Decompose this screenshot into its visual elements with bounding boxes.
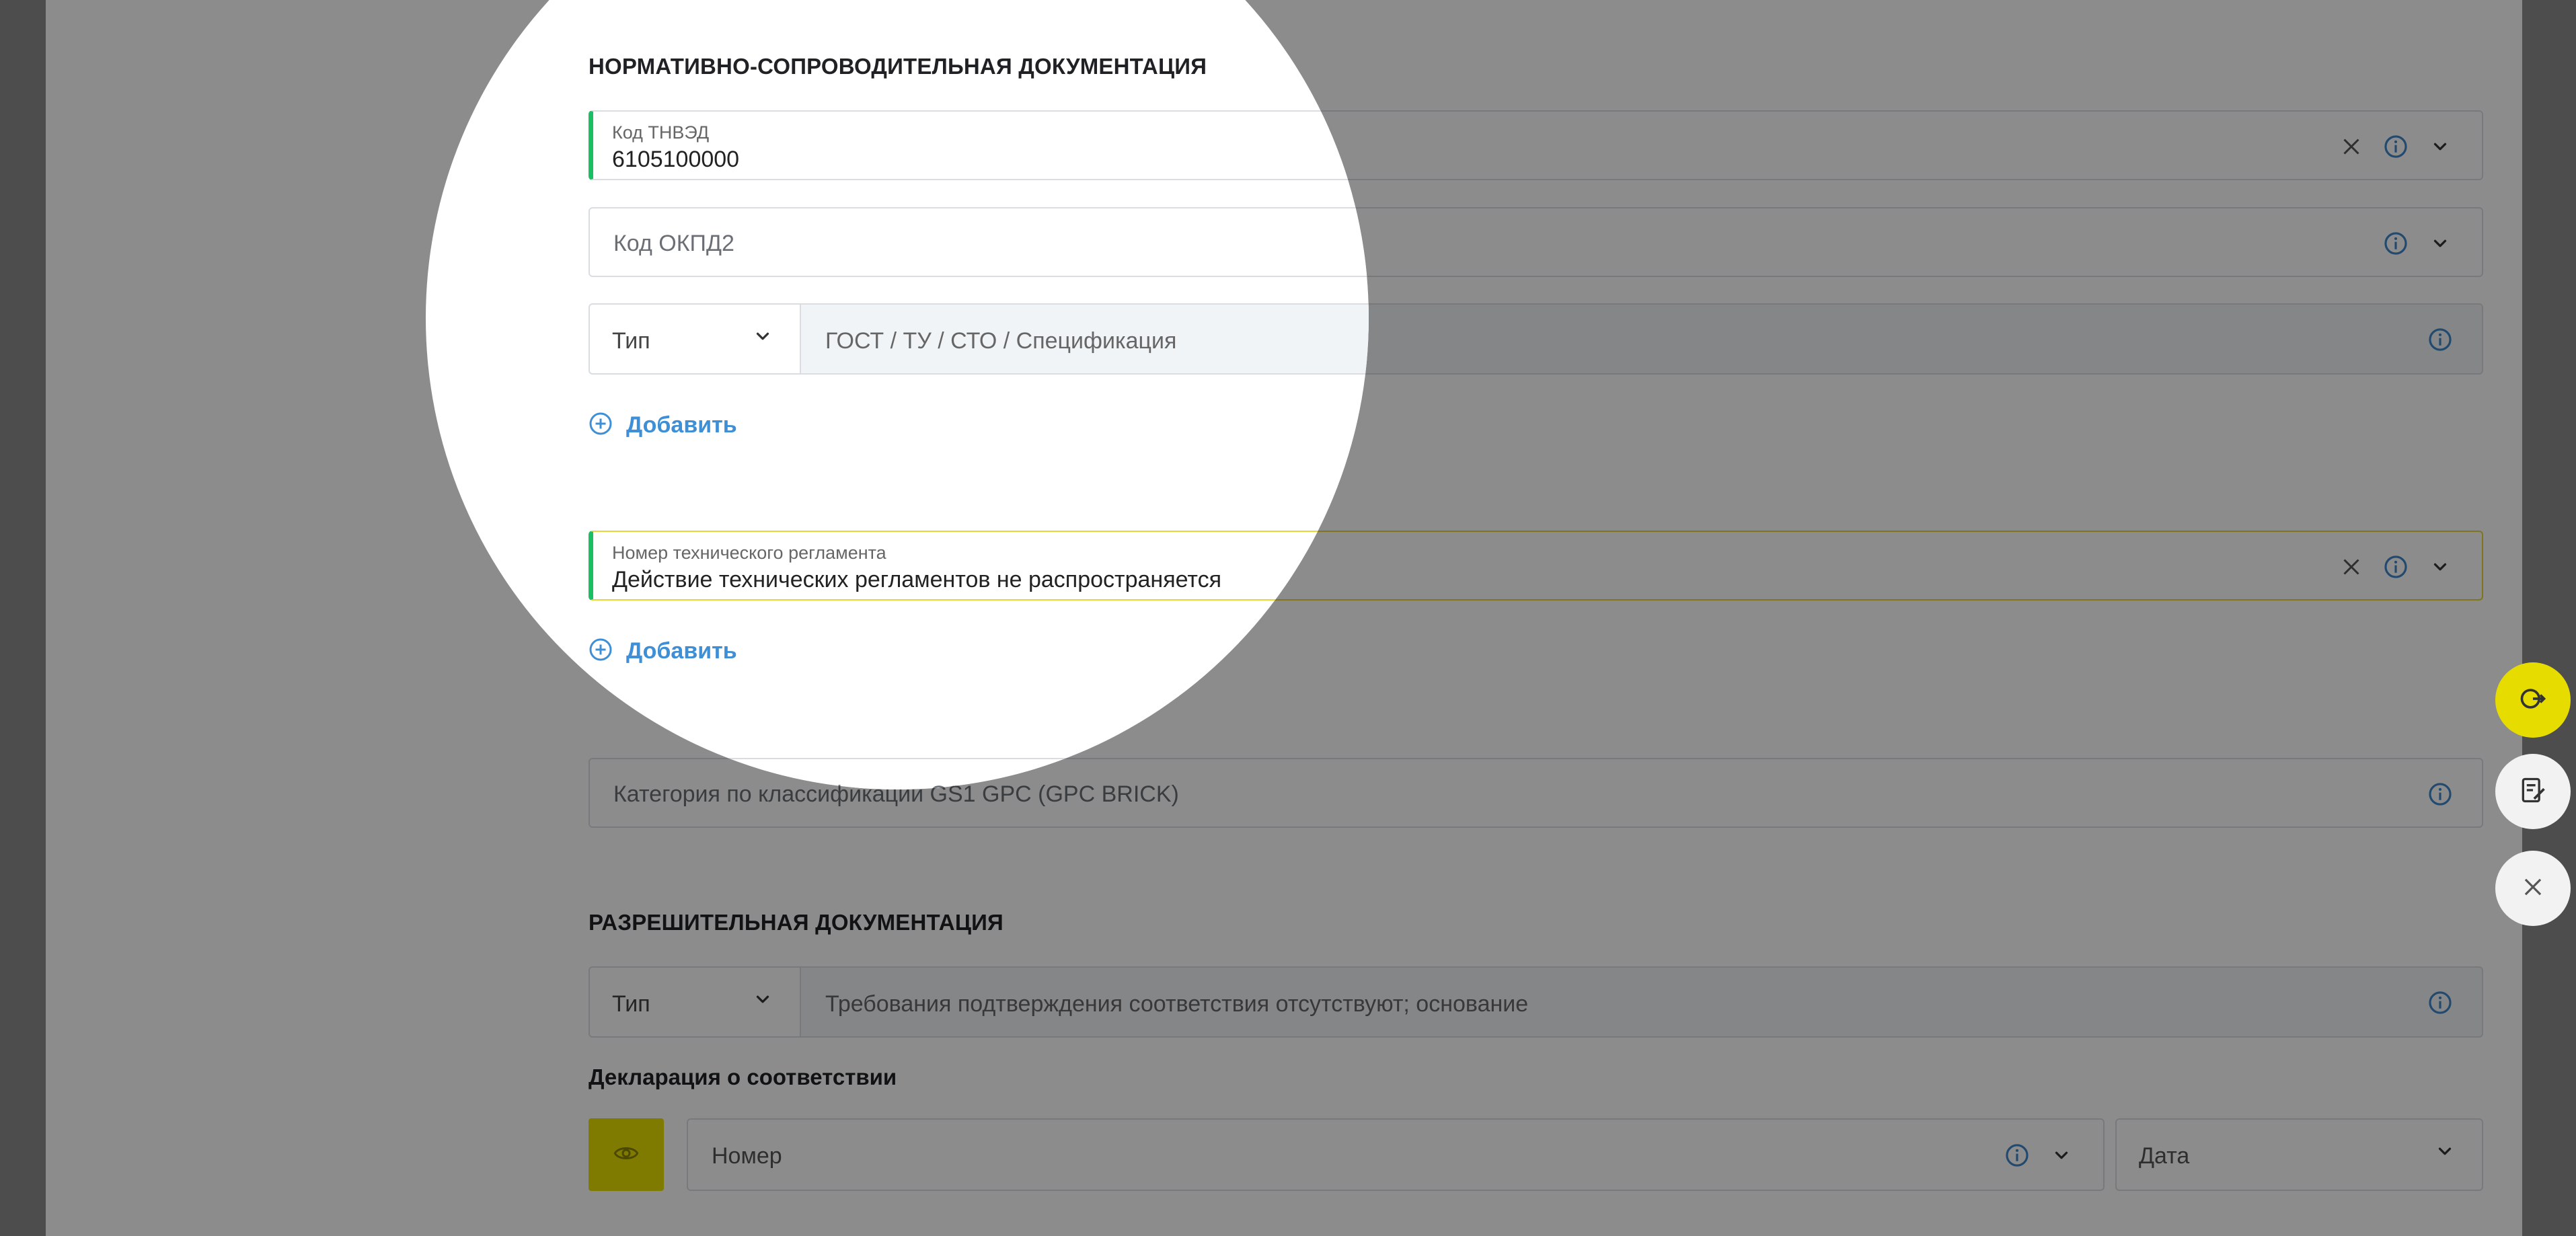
info-icon[interactable]: [2425, 325, 2455, 354]
declaration-date-placeholder: Дата: [2139, 1143, 2190, 1169]
gs1-category-placeholder: Категория по классификации GS1 GPC (GPC …: [613, 781, 1179, 789]
edit-document-icon: [2518, 775, 2548, 808]
tech-regulation-label: Номер технического регламента: [612, 543, 886, 563]
exit-tour-button[interactable]: [2495, 662, 2571, 738]
info-icon[interactable]: [2381, 552, 2411, 582]
tech-regulation-value: Действие технических регламентов не расп…: [612, 567, 1221, 592]
plus-circle-icon: [589, 412, 613, 439]
declaration-number-field[interactable]: Номер: [687, 1118, 2105, 1191]
tnved-label: Код ТНВЭД: [612, 122, 710, 143]
standard-doc-row: Тип ГОСТ / ТУ / СТО / Спецификация: [589, 303, 1369, 375]
info-icon[interactable]: [2002, 1141, 2032, 1170]
chevron-down-icon: [753, 326, 773, 350]
standard-type-select[interactable]: Тип: [589, 303, 801, 375]
info-icon[interactable]: [2425, 988, 2455, 1017]
chevron-down-icon: [2435, 1141, 2455, 1165]
add-tech-regulation-label: Добавить: [626, 638, 737, 664]
spotlight-circle: НОРМАТИВНО-СОПРОВОДИТЕЛЬНАЯ ДОКУМЕНТАЦИЯ…: [426, 0, 1369, 789]
declaration-title: Декларация о соответствии: [589, 1065, 897, 1089]
gost-input[interactable]: ГОСТ / ТУ / СТО / Спецификация: [801, 303, 1369, 375]
add-standard-label: Добавить: [626, 412, 737, 438]
close-panel-button[interactable]: [2495, 851, 2571, 926]
standard-type-label: Тип: [612, 328, 650, 354]
gs1-category-field[interactable]: Категория по классификации GS1 GPC (GPC …: [589, 758, 1369, 789]
chevron-down-icon[interactable]: [2425, 229, 2455, 258]
declaration-row: Номер Дата: [589, 1118, 2483, 1191]
info-icon[interactable]: [2381, 132, 2411, 161]
permit-row: Тип Требования подтверждения соответстви…: [589, 966, 2483, 1038]
chevron-down-icon[interactable]: [2425, 132, 2455, 161]
gost-placeholder: ГОСТ / ТУ / СТО / Спецификация: [825, 328, 1177, 354]
add-standard-button[interactable]: Добавить: [589, 412, 737, 439]
chevron-down-icon[interactable]: [2047, 1141, 2076, 1170]
close-icon: [2520, 874, 2546, 903]
okpd2-placeholder: Код ОКПД2: [613, 231, 734, 256]
form-content-spot: НОРМАТИВНО-СОПРОВОДИТЕЛЬНАЯ ДОКУМЕНТАЦИЯ…: [589, 0, 1369, 789]
close-icon[interactable]: [2337, 132, 2366, 161]
chevron-down-icon: [753, 989, 773, 1013]
edit-document-button[interactable]: [2495, 754, 2571, 829]
info-icon[interactable]: [2425, 779, 2455, 809]
okpd2-field[interactable]: Код ОКПД2: [589, 207, 1369, 277]
tnved-value: 6105100000: [612, 147, 740, 172]
section-title-permits: РАЗРЕШИТЕЛЬНАЯ ДОКУМЕНТАЦИЯ: [589, 910, 1003, 935]
tech-regulation-field[interactable]: Номер технического регламента Действие т…: [589, 531, 1369, 601]
eye-icon: [613, 1140, 640, 1170]
tnved-field[interactable]: Код ТНВЭД 6105100000: [589, 110, 1369, 180]
close-icon[interactable]: [2337, 552, 2366, 582]
section-title-regulatory: НОРМАТИВНО-СОПРОВОДИТЕЛЬНАЯ ДОКУМЕНТАЦИЯ: [589, 54, 1207, 79]
plus-circle-icon: [589, 638, 613, 665]
chevron-down-icon[interactable]: [2425, 552, 2455, 582]
requirements-placeholder: Требования подтверждения соответствия от…: [825, 991, 1529, 1017]
permit-type-label: Тип: [612, 991, 650, 1017]
add-tech-regulation-button[interactable]: Добавить: [589, 638, 737, 665]
declaration-date-field[interactable]: Дата: [2115, 1118, 2483, 1191]
info-icon[interactable]: [2381, 229, 2411, 258]
declaration-number-placeholder: Номер: [712, 1143, 782, 1169]
view-declaration-button[interactable]: [589, 1118, 664, 1191]
logout-icon: [2518, 684, 2548, 717]
permit-type-select[interactable]: Тип: [589, 966, 801, 1038]
requirements-input[interactable]: Требования подтверждения соответствия от…: [801, 966, 2483, 1038]
